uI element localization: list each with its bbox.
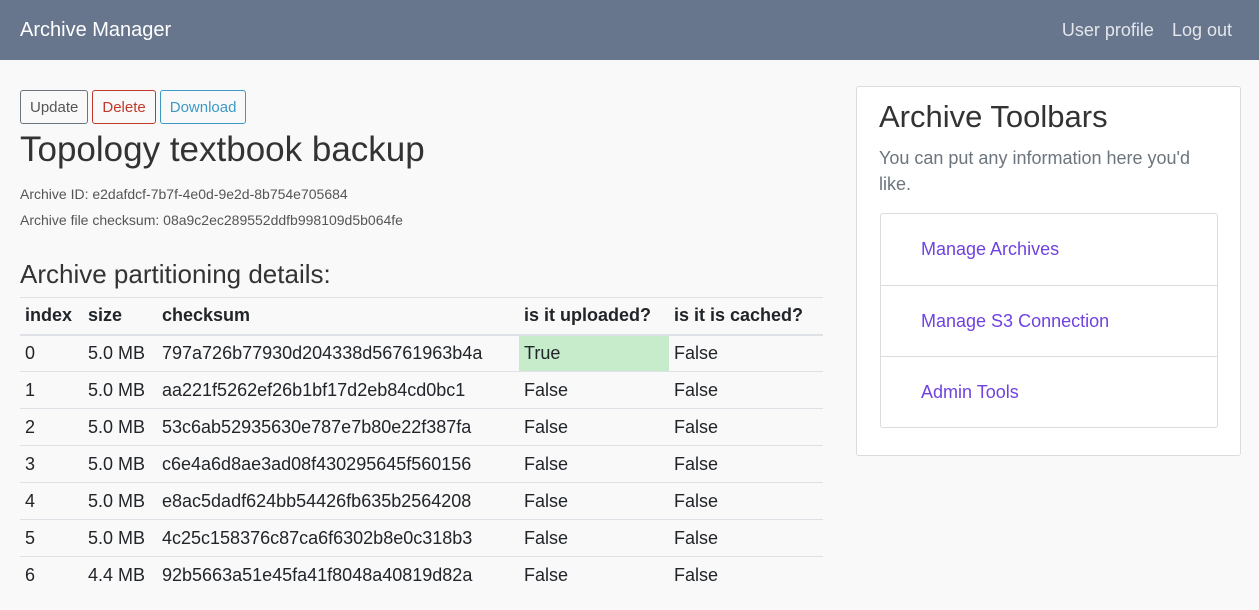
cell-index: 1	[20, 371, 83, 409]
cell-cached: False	[669, 408, 823, 446]
cell-index: 4	[20, 482, 83, 520]
cell-checksum: c6e4a6d8ae3ad08f430295645f560156	[157, 445, 519, 483]
cell-size: 5.0 MB	[83, 482, 157, 520]
cell-uploaded: False	[519, 408, 669, 446]
table-row: 3 5.0 MB c6e4a6d8ae3ad08f430295645f56015…	[20, 445, 823, 483]
cell-size: 5.0 MB	[83, 445, 157, 483]
cell-size: 5.0 MB	[83, 371, 157, 409]
partitions-heading: Archive partitioning details:	[20, 259, 331, 289]
cell-checksum: e8ac5dadf624bb54426fb635b2564208	[157, 482, 519, 520]
cell-checksum: 797a726b77930d204338d56761963b4a	[157, 334, 519, 372]
cell-uploaded: False	[519, 519, 669, 557]
cell-cached: False	[669, 445, 823, 483]
panel-title: Archive Toolbars	[879, 99, 1108, 134]
cell-checksum: 92b5663a51e45fa41f8048a40819d82a	[157, 556, 519, 594]
cell-uploaded: False	[519, 556, 669, 594]
cell-uploaded: False	[519, 371, 669, 409]
col-index-header: index	[20, 297, 83, 336]
update-button[interactable]: Update	[20, 90, 89, 124]
cell-index: 3	[20, 445, 83, 483]
cell-checksum: 53c6ab52935630e787e7b80e22f387fa	[157, 408, 519, 446]
archive-toolbars-panel: Archive Toolbars You can put any informa…	[856, 86, 1241, 456]
col-size-header: size	[83, 297, 157, 336]
cell-uploaded: False	[519, 445, 669, 483]
delete-button[interactable]: Delete	[92, 90, 156, 124]
cell-index: 2	[20, 408, 83, 446]
manage-archives-link[interactable]: Manage Archives	[881, 214, 1217, 285]
cell-size: 4.4 MB	[83, 556, 157, 594]
cell-size: 5.0 MB	[83, 334, 157, 372]
cell-cached: False	[669, 556, 823, 594]
nav-links: User profile Log out	[1062, 20, 1239, 41]
user-profile-link[interactable]: User profile	[1062, 20, 1154, 41]
page-title: Topology textbook backup	[20, 130, 425, 169]
cell-checksum: 4c25c158376c87ca6f6302b8e0c318b3	[157, 519, 519, 557]
cell-checksum: aa221f5262ef26b1bf17d2eb84cd0bc1	[157, 371, 519, 409]
table-row: 2 5.0 MB 53c6ab52935630e787e7b80e22f387f…	[20, 408, 823, 446]
col-uploaded-header: is it uploaded?	[519, 297, 669, 336]
cell-index: 0	[20, 334, 83, 372]
cell-cached: False	[669, 371, 823, 409]
cell-size: 5.0 MB	[83, 519, 157, 557]
toolbar-link-group: Manage Archives Manage S3 Connection Adm…	[880, 213, 1218, 428]
cell-cached: False	[669, 482, 823, 520]
table-header-row: index size checksum is it uploaded? is i…	[20, 297, 823, 336]
archive-id: Archive ID: e2dafdcf-7b7f-4e0d-9e2d-8b75…	[20, 186, 348, 202]
cell-index: 6	[20, 556, 83, 594]
partitions-table: index size checksum is it uploaded? is i…	[20, 297, 823, 594]
cell-cached: False	[669, 334, 823, 372]
cell-cached: False	[669, 519, 823, 557]
app-brand[interactable]: Archive Manager	[20, 19, 171, 42]
cell-index: 5	[20, 519, 83, 557]
top-navbar: Archive Manager User profile Log out	[0, 0, 1259, 60]
action-buttons: Update Delete Download	[20, 90, 247, 124]
logout-link[interactable]: Log out	[1172, 20, 1232, 41]
manage-s3-connection-link[interactable]: Manage S3 Connection	[881, 285, 1217, 356]
admin-tools-link[interactable]: Admin Tools	[881, 356, 1217, 427]
cell-size: 5.0 MB	[83, 408, 157, 446]
table-row: 4 5.0 MB e8ac5dadf624bb54426fb635b256420…	[20, 482, 823, 520]
archive-checksum: Archive file checksum: 08a9c2ec289552ddf…	[20, 212, 403, 228]
table-row: 0 5.0 MB 797a726b77930d204338d56761963b4…	[20, 334, 823, 372]
table-row: 1 5.0 MB aa221f5262ef26b1bf17d2eb84cd0bc…	[20, 371, 823, 409]
col-cached-header: is it is cached?	[669, 297, 823, 336]
cell-uploaded: False	[519, 482, 669, 520]
download-button[interactable]: Download	[159, 90, 247, 124]
panel-description: You can put any information here you'd l…	[879, 148, 1190, 194]
col-checksum-header: checksum	[157, 297, 519, 336]
cell-uploaded: True	[519, 334, 669, 372]
table-row: 6 4.4 MB 92b5663a51e45fa41f8048a40819d82…	[20, 556, 823, 594]
table-row: 5 5.0 MB 4c25c158376c87ca6f6302b8e0c318b…	[20, 519, 823, 557]
